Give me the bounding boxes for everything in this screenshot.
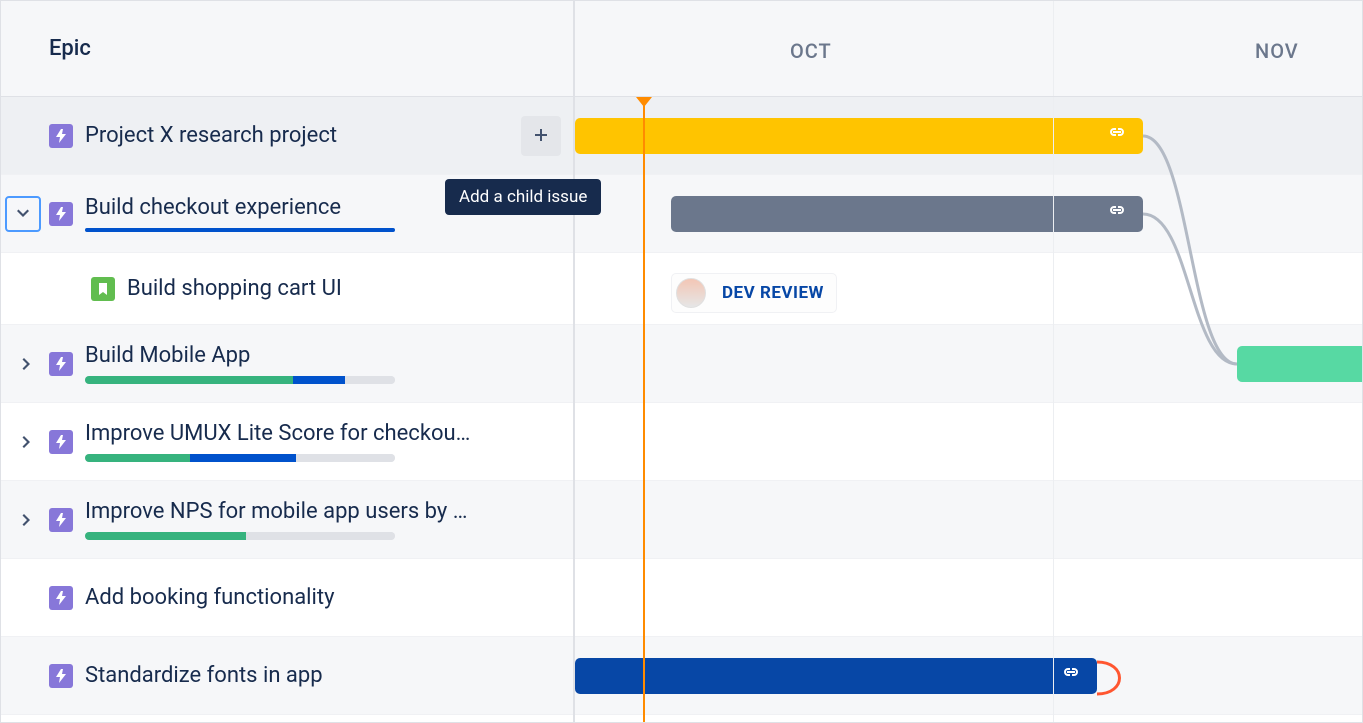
timeline-row bbox=[575, 403, 1362, 481]
expand-chevron[interactable] bbox=[15, 352, 39, 376]
status-label: DEV REVIEW bbox=[722, 283, 824, 303]
timeline-row bbox=[575, 559, 1362, 637]
expand-chevron[interactable] bbox=[15, 508, 39, 532]
epic-type-icon bbox=[49, 664, 73, 688]
timeline-header: OCT NOV bbox=[575, 1, 1362, 97]
link-icon[interactable] bbox=[1105, 201, 1127, 227]
epic-type-icon bbox=[49, 202, 73, 226]
child-row[interactable]: Build shopping cart UI bbox=[1, 253, 573, 325]
epic-title[interactable]: Build Mobile App bbox=[85, 343, 561, 368]
status-chip[interactable]: DEV REVIEW bbox=[671, 273, 837, 313]
epic-row[interactable]: Improve UMUX Lite Score for checkou… bbox=[1, 403, 573, 481]
epic-title[interactable]: Project X research project bbox=[85, 123, 521, 148]
timeline-bar[interactable] bbox=[1237, 346, 1362, 382]
month-divider bbox=[1053, 1, 1054, 96]
story-type-icon bbox=[91, 277, 115, 301]
assignee-avatar[interactable] bbox=[676, 278, 706, 308]
timeline-bar[interactable] bbox=[575, 658, 1097, 694]
month-label-1: NOV bbox=[1255, 39, 1299, 63]
roadmap-app: Epic Project X research projectBuild che… bbox=[0, 0, 1363, 723]
link-icon[interactable] bbox=[1059, 663, 1081, 689]
epic-title[interactable]: Improve NPS for mobile app users by … bbox=[85, 499, 561, 524]
timeline-row bbox=[575, 175, 1362, 253]
epic-type-icon bbox=[49, 352, 73, 376]
timeline-row: DEV REVIEW bbox=[575, 253, 1362, 325]
timeline-bar[interactable] bbox=[575, 118, 1143, 154]
epic-type-icon bbox=[49, 430, 73, 454]
timeline-panel[interactable]: OCT NOV DEV REVIEW bbox=[575, 1, 1362, 722]
timeline-bar[interactable] bbox=[671, 196, 1143, 232]
progress-bar bbox=[85, 376, 395, 384]
epic-row[interactable]: Improve NPS for mobile app users by … bbox=[1, 481, 573, 559]
add-child-tooltip: Add a child issue bbox=[445, 179, 601, 215]
month-label-0: OCT bbox=[790, 39, 832, 63]
epic-sidebar: Epic Project X research projectBuild che… bbox=[1, 1, 575, 722]
epic-type-icon bbox=[49, 586, 73, 610]
timeline-row bbox=[575, 481, 1362, 559]
epic-type-icon bbox=[49, 508, 73, 532]
epic-title[interactable]: Improve UMUX Lite Score for checkou… bbox=[85, 421, 561, 446]
timeline-row bbox=[575, 637, 1362, 715]
sidebar-title: Epic bbox=[49, 36, 91, 61]
epic-row[interactable]: Standardize fonts in app bbox=[1, 637, 573, 715]
epic-row[interactable]: Add booking functionality bbox=[1, 559, 573, 637]
child-title[interactable]: Build shopping cart UI bbox=[127, 276, 561, 301]
timeline-row bbox=[575, 325, 1362, 403]
link-icon[interactable] bbox=[1105, 123, 1127, 149]
epic-row[interactable]: Project X research project bbox=[1, 97, 573, 175]
sidebar-header: Epic bbox=[1, 1, 573, 97]
month-divider-body bbox=[1053, 97, 1054, 722]
epic-title[interactable]: Standardize fonts in app bbox=[85, 663, 561, 688]
timeline-row bbox=[575, 97, 1362, 175]
today-marker bbox=[643, 97, 645, 722]
expand-chevron[interactable] bbox=[15, 430, 39, 454]
expand-chevron[interactable] bbox=[5, 196, 41, 232]
add-child-button[interactable] bbox=[521, 116, 561, 156]
timeline-row-list: DEV REVIEW bbox=[575, 97, 1362, 715]
today-caret-icon bbox=[636, 97, 652, 107]
epic-title[interactable]: Add booking functionality bbox=[85, 585, 561, 610]
progress-bar bbox=[85, 454, 395, 462]
accent-underline bbox=[85, 228, 395, 232]
epic-type-icon bbox=[49, 124, 73, 148]
progress-bar bbox=[85, 532, 395, 540]
epic-row[interactable]: Build Mobile App bbox=[1, 325, 573, 403]
